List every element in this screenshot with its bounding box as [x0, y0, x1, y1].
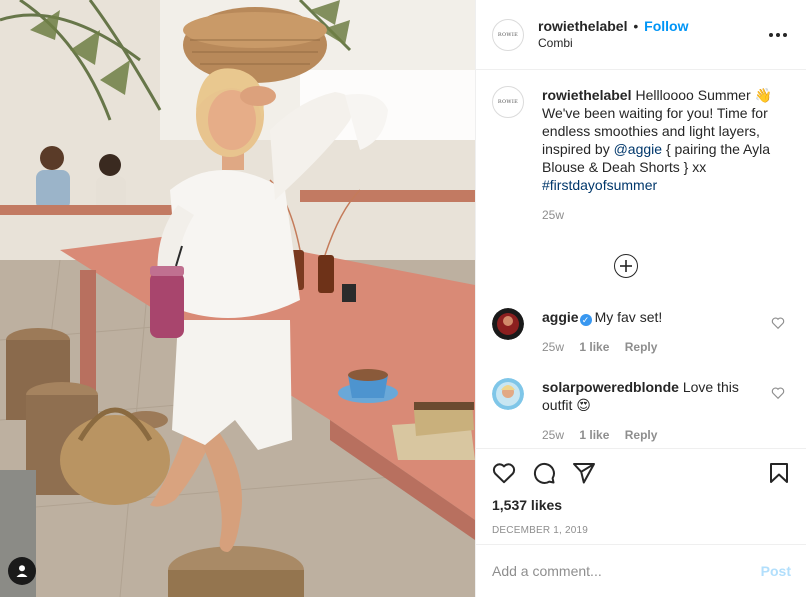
comment-age[interactable]: 25w — [542, 340, 564, 354]
post-actions-area: 1,537 likes DECEMBER 1, 2019 — [476, 448, 806, 541]
caption-avatar[interactable]: ROWIE — [492, 86, 524, 118]
heart-icon[interactable] — [492, 461, 516, 485]
reply-button[interactable]: Reply — [625, 340, 658, 354]
comment-likes[interactable]: 1 like — [579, 340, 609, 354]
likes-count[interactable]: 1,537 likes — [492, 497, 791, 515]
comment-input[interactable] — [492, 563, 761, 579]
comment-item: aggie ✓ My fav set! 25w 1 like Reply — [492, 308, 791, 354]
comment-icon[interactable] — [532, 461, 556, 485]
post-side-panel: ROWIE rowiethelabel • Follow Combi ROWIE… — [475, 0, 806, 597]
comment-username[interactable]: solarpoweredblonde — [542, 379, 679, 395]
post-location[interactable]: Combi — [538, 35, 766, 52]
account-username[interactable]: rowiethelabel — [538, 18, 627, 34]
comment-text: aggie ✓ My fav set! — [542, 308, 742, 326]
header-text: rowiethelabel • Follow Combi — [538, 18, 766, 52]
load-more-comments-button[interactable] — [614, 254, 638, 278]
caption: ROWIE rowiethelabel Hellloooo Summer 👋 We… — [492, 86, 791, 222]
comment-body: My fav set! — [594, 309, 663, 325]
comment-meta: 25w 1 like Reply — [542, 340, 742, 354]
follow-button[interactable]: Follow — [644, 18, 688, 34]
commenter-avatar[interactable] — [492, 378, 524, 410]
caption-hashtag-link[interactable]: #firstdayofsummer — [542, 177, 657, 193]
comment-likes[interactable]: 1 like — [579, 428, 609, 442]
commenter-avatar[interactable] — [492, 308, 524, 340]
caption-age[interactable]: 25w — [542, 208, 782, 222]
caption-mention-link[interactable]: @aggie — [614, 141, 662, 157]
instagram-post: ROWIE rowiethelabel • Follow Combi ROWIE… — [0, 0, 806, 597]
comment-item: solarpoweredblonde Love this outfit 😍 25… — [492, 378, 791, 442]
user-tag-icon — [16, 565, 28, 577]
post-header: ROWIE rowiethelabel • Follow Combi — [476, 0, 806, 70]
comment-meta: 25w 1 like Reply — [542, 428, 742, 442]
comment-age[interactable]: 25w — [542, 428, 564, 442]
post-photo[interactable] — [0, 0, 475, 597]
action-bar — [492, 449, 791, 497]
more-options-button[interactable] — [766, 23, 790, 47]
add-comment-bar: Post — [476, 544, 806, 597]
avatar-logo-text: ROWIE — [497, 99, 519, 105]
caption-text: rowiethelabel Hellloooo Summer 👋 We've be… — [542, 86, 782, 194]
verified-badge-icon: ✓ — [579, 314, 592, 326]
reply-button[interactable]: Reply — [625, 428, 658, 442]
header-separator: • — [633, 17, 639, 34]
comment-like-heart-icon[interactable] — [771, 386, 785, 400]
post-date[interactable]: DECEMBER 1, 2019 — [492, 525, 791, 541]
caption-username[interactable]: rowiethelabel — [542, 87, 631, 103]
post-comment-button[interactable]: Post — [761, 563, 791, 579]
more-horizontal-icon — [769, 32, 787, 37]
cafe-photo-illustration — [0, 0, 475, 597]
comment-like-heart-icon[interactable] — [771, 316, 785, 330]
send-icon[interactable] — [572, 461, 596, 485]
comment-username[interactable]: aggie — [542, 309, 579, 325]
bookmark-icon[interactable] — [767, 461, 791, 485]
comment-text: solarpoweredblonde Love this outfit 😍 — [542, 378, 742, 414]
plus-circle-icon — [620, 260, 632, 272]
tagged-users-button[interactable] — [8, 557, 36, 585]
avatar-logo-text: ROWIE — [497, 31, 519, 38]
account-avatar[interactable]: ROWIE — [492, 18, 524, 51]
